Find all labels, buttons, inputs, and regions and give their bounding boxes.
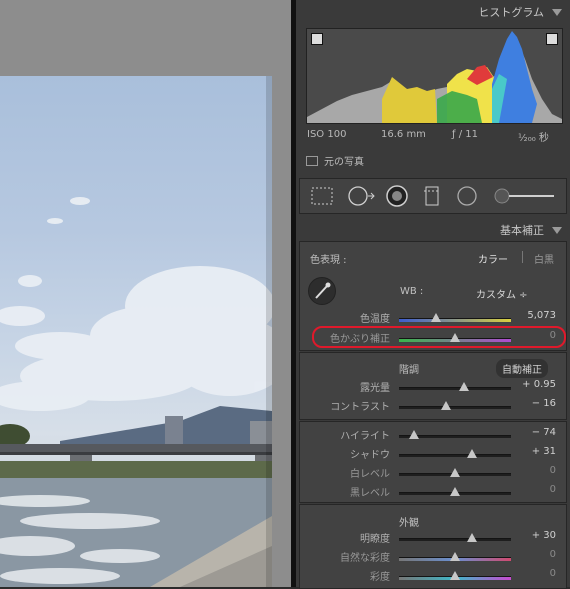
slider-thumb[interactable] bbox=[430, 313, 441, 322]
slider-track[interactable] bbox=[399, 449, 511, 458]
auto-tone-button[interactable]: 自動補正 bbox=[496, 359, 548, 378]
slider-track[interactable] bbox=[399, 430, 511, 439]
slider-label: 色温度 bbox=[360, 314, 390, 325]
slider-value[interactable]: + 30 bbox=[532, 530, 556, 541]
slider-row: 明瞭度 + 30 bbox=[300, 530, 560, 547]
radial-filter-icon[interactable] bbox=[457, 186, 477, 206]
slider-label: 彩度 bbox=[370, 572, 390, 583]
crop-icon[interactable] bbox=[311, 187, 333, 205]
slider-label: 露光量 bbox=[360, 383, 390, 394]
slider-thumb[interactable] bbox=[441, 401, 452, 410]
tool-strip bbox=[299, 178, 567, 214]
slider-row: ハイライト − 74 bbox=[300, 427, 560, 444]
graduated-filter-icon[interactable] bbox=[424, 186, 440, 206]
wb-label: WB : bbox=[400, 286, 424, 297]
slider-row: シャドウ + 31 bbox=[300, 446, 560, 463]
wb-dropdown[interactable]: カスタム ÷ bbox=[476, 286, 528, 301]
region-section: ハイライト − 74 シャドウ + 31 白レベル 0 黒レベル 0 bbox=[299, 421, 567, 503]
slider-thumb[interactable] bbox=[466, 449, 477, 458]
slider-row: 色温度 5,073 bbox=[300, 310, 560, 327]
highlight-clipping-icon[interactable] bbox=[546, 33, 558, 45]
slider-label: ハイライト bbox=[340, 431, 390, 442]
slider-value[interactable]: + 0.95 bbox=[522, 379, 556, 390]
slider-value[interactable]: + 31 bbox=[532, 446, 556, 457]
slider-label: 自然な彩度 bbox=[340, 553, 390, 564]
presence-label: 外観 bbox=[399, 518, 419, 529]
slider-thumb[interactable] bbox=[458, 382, 469, 391]
slider-row: 彩度 0 bbox=[300, 568, 560, 585]
slider-track[interactable] bbox=[399, 313, 511, 322]
slider-value[interactable]: − 16 bbox=[532, 398, 556, 409]
slider-row: 露光量 + 0.95 bbox=[300, 379, 560, 396]
presence-section: 外観 明瞭度 + 30 自然な彩度 0 彩度 0 bbox=[299, 504, 567, 589]
basic-header[interactable]: 基本補正 bbox=[500, 222, 562, 238]
slider-thumb[interactable] bbox=[408, 430, 419, 439]
slider-track[interactable] bbox=[399, 401, 511, 410]
slider-value[interactable]: 5,073 bbox=[527, 310, 556, 321]
original-photo-label: 元の写真 bbox=[324, 157, 364, 168]
checkbox-icon[interactable] bbox=[306, 155, 318, 166]
slider-thumb[interactable] bbox=[466, 533, 477, 542]
shadow-clipping-icon[interactable] bbox=[311, 33, 323, 45]
slider-track[interactable] bbox=[399, 533, 511, 542]
slider-track[interactable] bbox=[399, 468, 511, 477]
slider-row: 自然な彩度 0 bbox=[300, 549, 560, 566]
treatment-color-button[interactable]: カラー bbox=[478, 251, 508, 266]
slider-label: 黒レベル bbox=[350, 488, 390, 499]
treatment-bw-button[interactable]: 白黒 bbox=[534, 251, 554, 266]
histogram-title: ヒストグラム bbox=[478, 6, 544, 19]
collapse-triangle-icon[interactable] bbox=[552, 8, 562, 16]
exif-focal: 16.6 mm bbox=[381, 129, 426, 140]
slider-label: シャドウ bbox=[350, 450, 390, 461]
slider-thumb[interactable] bbox=[450, 487, 460, 496]
tone-label: 階調 bbox=[399, 365, 419, 376]
exif-iso: ISO 100 bbox=[307, 129, 347, 140]
spot-removal-icon[interactable] bbox=[348, 186, 375, 206]
exif-aperture: ƒ / 11 bbox=[452, 129, 478, 140]
slider-track[interactable] bbox=[399, 552, 511, 561]
adjustment-brush-icon[interactable] bbox=[494, 188, 554, 204]
slider-label: コントラスト bbox=[330, 402, 390, 413]
tone-section: 階調 自動補正 露光量 + 0.95 コントラスト − 16 bbox=[299, 352, 567, 420]
slider-row: コントラスト − 16 bbox=[300, 398, 560, 415]
histogram-header[interactable]: ヒストグラム bbox=[478, 4, 562, 20]
photo-preview bbox=[0, 76, 272, 587]
slider-value[interactable]: − 74 bbox=[532, 427, 556, 438]
exif-shutter: ¹⁄₂₀₀ 秒 bbox=[518, 133, 549, 144]
right-panel: ヒストグラム ISO 100 16.6 mm ƒ / 11 ¹⁄₂₀₀ 秒 元の… bbox=[296, 0, 570, 589]
basic-title: 基本補正 bbox=[500, 224, 544, 237]
slider-thumb[interactable] bbox=[450, 571, 460, 580]
highlight-ring bbox=[312, 326, 566, 348]
slider-label: 明瞭度 bbox=[360, 534, 390, 545]
wb-eyedropper-icon[interactable] bbox=[308, 277, 336, 305]
slider-value[interactable]: 0 bbox=[550, 465, 556, 476]
wb-section: 色表現 : カラー 白黒 WB : カスタム ÷ 色温度 5,073 色かぶり補正 0 bbox=[299, 241, 567, 351]
slider-value[interactable]: 0 bbox=[550, 484, 556, 495]
slider-value[interactable]: 0 bbox=[550, 549, 556, 560]
collapse-triangle-icon[interactable] bbox=[552, 226, 562, 234]
slider-track[interactable] bbox=[399, 382, 511, 391]
treatment-label: 色表現 : bbox=[310, 255, 347, 266]
red-eye-icon[interactable] bbox=[386, 185, 408, 207]
slider-value[interactable]: 0 bbox=[550, 568, 556, 579]
histogram bbox=[306, 28, 563, 124]
slider-label: 白レベル bbox=[350, 469, 390, 480]
treatment-divider bbox=[522, 251, 523, 263]
slider-row: 黒レベル 0 bbox=[300, 484, 560, 501]
slider-thumb[interactable] bbox=[450, 468, 460, 477]
image-viewer bbox=[0, 0, 291, 587]
slider-thumb[interactable] bbox=[450, 552, 460, 561]
slider-row: 白レベル 0 bbox=[300, 465, 560, 482]
original-photo-toggle[interactable]: 元の写真 bbox=[306, 153, 364, 168]
slider-track[interactable] bbox=[399, 487, 511, 496]
slider-track[interactable] bbox=[399, 571, 511, 580]
